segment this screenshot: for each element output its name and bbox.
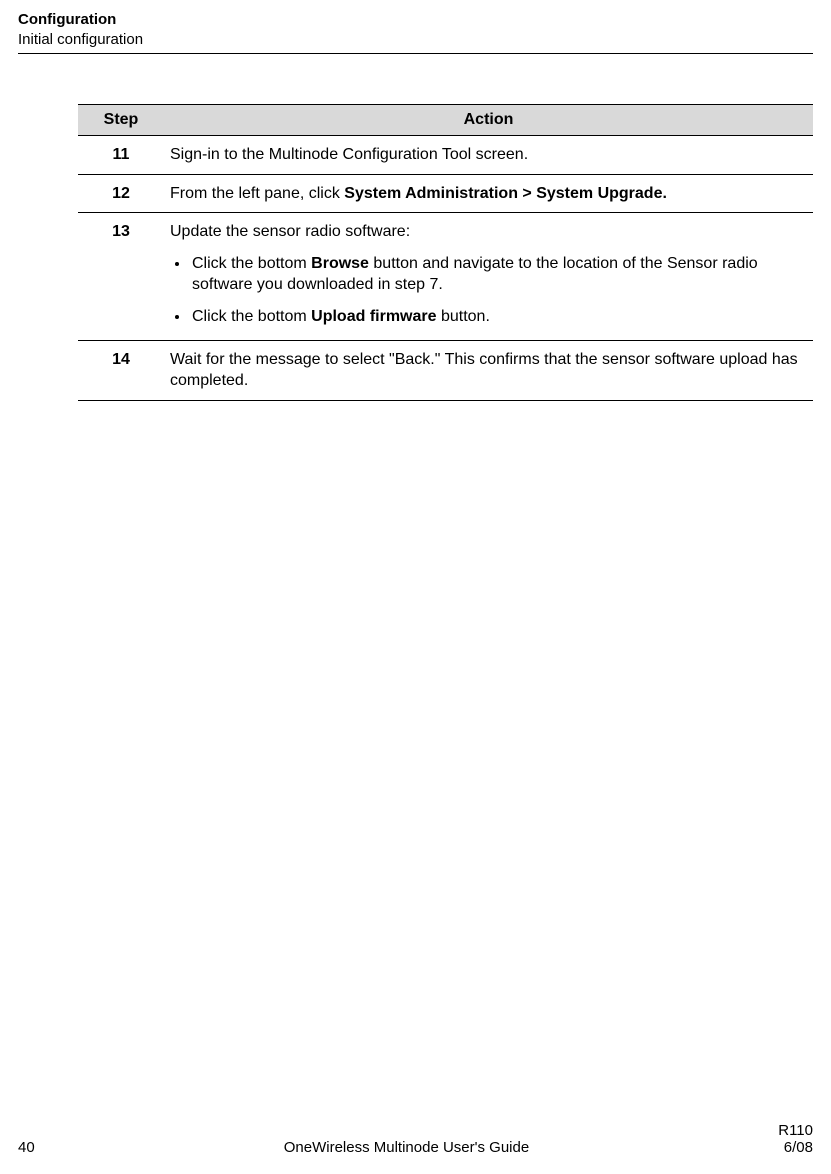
table-header-row: Step Action bbox=[78, 105, 813, 136]
intro-text: Update the sensor radio software: bbox=[170, 221, 807, 243]
step-number: 11 bbox=[78, 136, 164, 175]
table-row: 11 Sign-in to the Multinode Configuratio… bbox=[78, 136, 813, 175]
bold-text: System Administration > System Upgrade. bbox=[344, 185, 667, 202]
text: From the left pane, click bbox=[170, 185, 344, 202]
col-header-step: Step bbox=[78, 105, 164, 136]
step-number: 13 bbox=[78, 213, 164, 340]
step-action: From the left pane, click System Adminis… bbox=[164, 174, 813, 213]
text: button. bbox=[437, 308, 490, 325]
footer-right: R110 6/08 bbox=[778, 1122, 813, 1156]
step-number: 12 bbox=[78, 174, 164, 213]
header-title: Configuration bbox=[18, 10, 813, 30]
footer-revision: R110 bbox=[778, 1122, 813, 1139]
page: Configuration Initial configuration Step… bbox=[0, 0, 831, 1174]
bold-text: Upload firmware bbox=[311, 308, 436, 325]
step-action: Sign-in to the Multinode Configuration T… bbox=[164, 136, 813, 175]
step-number: 14 bbox=[78, 340, 164, 400]
table-row: 13 Update the sensor radio software: Cli… bbox=[78, 213, 813, 340]
col-header-action: Action bbox=[164, 105, 813, 136]
footer-page-number: 40 bbox=[18, 1139, 35, 1156]
list-item: Click the bottom Upload firmware button. bbox=[190, 306, 807, 328]
step-action: Update the sensor radio software: Click … bbox=[164, 213, 813, 340]
list-item: Click the bottom Browse button and navig… bbox=[190, 253, 807, 296]
main-content: Step Action 11 Sign-in to the Multinode … bbox=[78, 104, 813, 401]
step-action: Wait for the message to select "Back." T… bbox=[164, 340, 813, 400]
header-subtitle: Initial configuration bbox=[18, 30, 813, 50]
bullet-list: Click the bottom Browse button and navig… bbox=[170, 253, 807, 328]
page-header: Configuration Initial configuration bbox=[18, 10, 813, 54]
bold-text: Browse bbox=[311, 255, 369, 272]
footer-doc-title: OneWireless Multinode User's Guide bbox=[35, 1139, 779, 1156]
page-footer: 40 OneWireless Multinode User's Guide R1… bbox=[18, 1122, 813, 1156]
text: Click the bottom bbox=[192, 255, 311, 272]
table-row: 14 Wait for the message to select "Back.… bbox=[78, 340, 813, 400]
table-row: 12 From the left pane, click System Admi… bbox=[78, 174, 813, 213]
footer-date: 6/08 bbox=[778, 1139, 813, 1156]
text: Click the bottom bbox=[192, 308, 311, 325]
steps-table: Step Action 11 Sign-in to the Multinode … bbox=[78, 104, 813, 401]
